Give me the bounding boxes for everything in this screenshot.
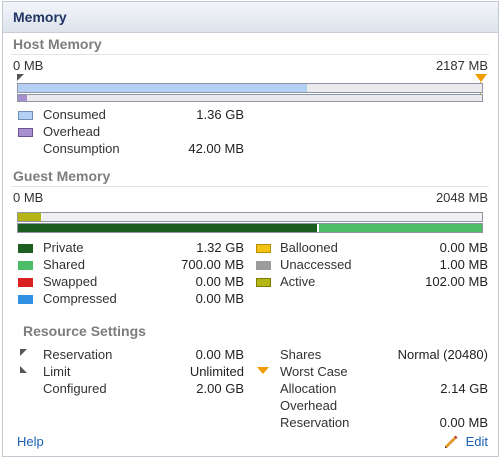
ballooned-value: 0.00 MB xyxy=(439,240,488,255)
limit-label: Limit xyxy=(43,364,71,379)
reservation-label: Reservation xyxy=(43,347,113,362)
consumption-value: 42.00 MB xyxy=(188,141,244,156)
configured-value: 2.00 GB xyxy=(196,381,244,396)
host-overhead-bar xyxy=(17,94,483,102)
host-scale-min: 0 MB xyxy=(13,58,44,73)
active-swatch xyxy=(256,278,271,287)
private-label: Private xyxy=(43,240,84,255)
shared-swatch xyxy=(18,261,33,270)
worst-case-marker-icon xyxy=(257,367,269,374)
worst-case-label: Worst Case xyxy=(280,364,348,379)
host-min-marker-icon xyxy=(17,74,24,81)
consumed-swatch xyxy=(18,111,33,120)
host-overhead-fill xyxy=(18,95,28,101)
shares-value: Normal (20480) xyxy=(397,347,488,362)
active-label: Active xyxy=(280,274,316,289)
limit-marker-icon xyxy=(20,366,27,373)
overhead-label: Overhead xyxy=(43,124,101,139)
edit-link[interactable]: Edit xyxy=(466,434,488,449)
ballooned-swatch xyxy=(256,244,271,253)
allocation-label: Allocation xyxy=(280,381,337,396)
memory-panel: Memory Host Memory 0 MB 2187 MB Consumed… xyxy=(2,1,499,457)
unaccessed-swatch xyxy=(256,261,271,270)
compressed-value: 0.00 MB xyxy=(195,291,244,306)
unaccessed-value: 1.00 MB xyxy=(439,257,488,272)
help-link[interactable]: Help xyxy=(17,434,44,449)
swapped-label: Swapped xyxy=(43,274,98,289)
guest-usage-bar xyxy=(17,223,483,233)
shares-label: Shares xyxy=(280,347,322,362)
overhead-reservation-label-line2: Reservation xyxy=(280,415,350,430)
guest-private-fill xyxy=(18,224,320,232)
guest-scale-min: 0 MB xyxy=(13,190,44,205)
host-consumed-bar xyxy=(17,83,483,93)
shared-value: 700.00 MB xyxy=(181,257,244,272)
reservation-marker-icon xyxy=(20,349,27,356)
swapped-value: 0.00 MB xyxy=(195,274,244,289)
consumption-label: Consumption xyxy=(43,141,120,156)
consumed-label: Consumed xyxy=(43,107,106,122)
configured-label: Configured xyxy=(43,381,107,396)
shared-label: Shared xyxy=(43,257,85,272)
resource-settings-heading: Resource Settings xyxy=(23,323,146,339)
allocation-value: 2.14 GB xyxy=(440,381,488,396)
reservation-value: 0.00 MB xyxy=(195,347,244,362)
overhead-swatch xyxy=(18,128,33,137)
guest-heading-divider xyxy=(11,186,489,187)
limit-value: Unlimited xyxy=(189,364,244,379)
host-scale-max: 2187 MB xyxy=(435,58,488,73)
compressed-swatch xyxy=(18,295,33,304)
swapped-swatch xyxy=(18,278,33,287)
pencil-icon xyxy=(444,435,458,448)
host-memory-heading: Host Memory xyxy=(13,36,102,52)
guest-active-fill xyxy=(18,213,42,221)
consumed-value: 1.36 GB xyxy=(196,107,244,122)
host-heading-divider xyxy=(11,54,489,55)
panel-titlebar: Memory xyxy=(3,2,498,33)
unaccessed-label: Unaccessed xyxy=(280,257,352,272)
edit-action[interactable]: Edit xyxy=(444,434,488,449)
private-value: 1.32 GB xyxy=(196,240,244,255)
overhead-reservation-label-line1: Overhead xyxy=(280,398,338,413)
guest-scale-max: 2048 MB xyxy=(435,190,488,205)
guest-active-bar xyxy=(17,212,483,222)
active-value: 102.00 MB xyxy=(425,274,488,289)
guest-memory-heading: Guest Memory xyxy=(13,168,111,184)
panel-title: Memory xyxy=(13,9,67,25)
host-consumed-fill xyxy=(18,84,307,92)
compressed-label: Compressed xyxy=(43,291,117,306)
overhead-reservation-value: 0.00 MB xyxy=(439,415,488,430)
private-swatch xyxy=(18,244,33,253)
ballooned-label: Ballooned xyxy=(280,240,338,255)
